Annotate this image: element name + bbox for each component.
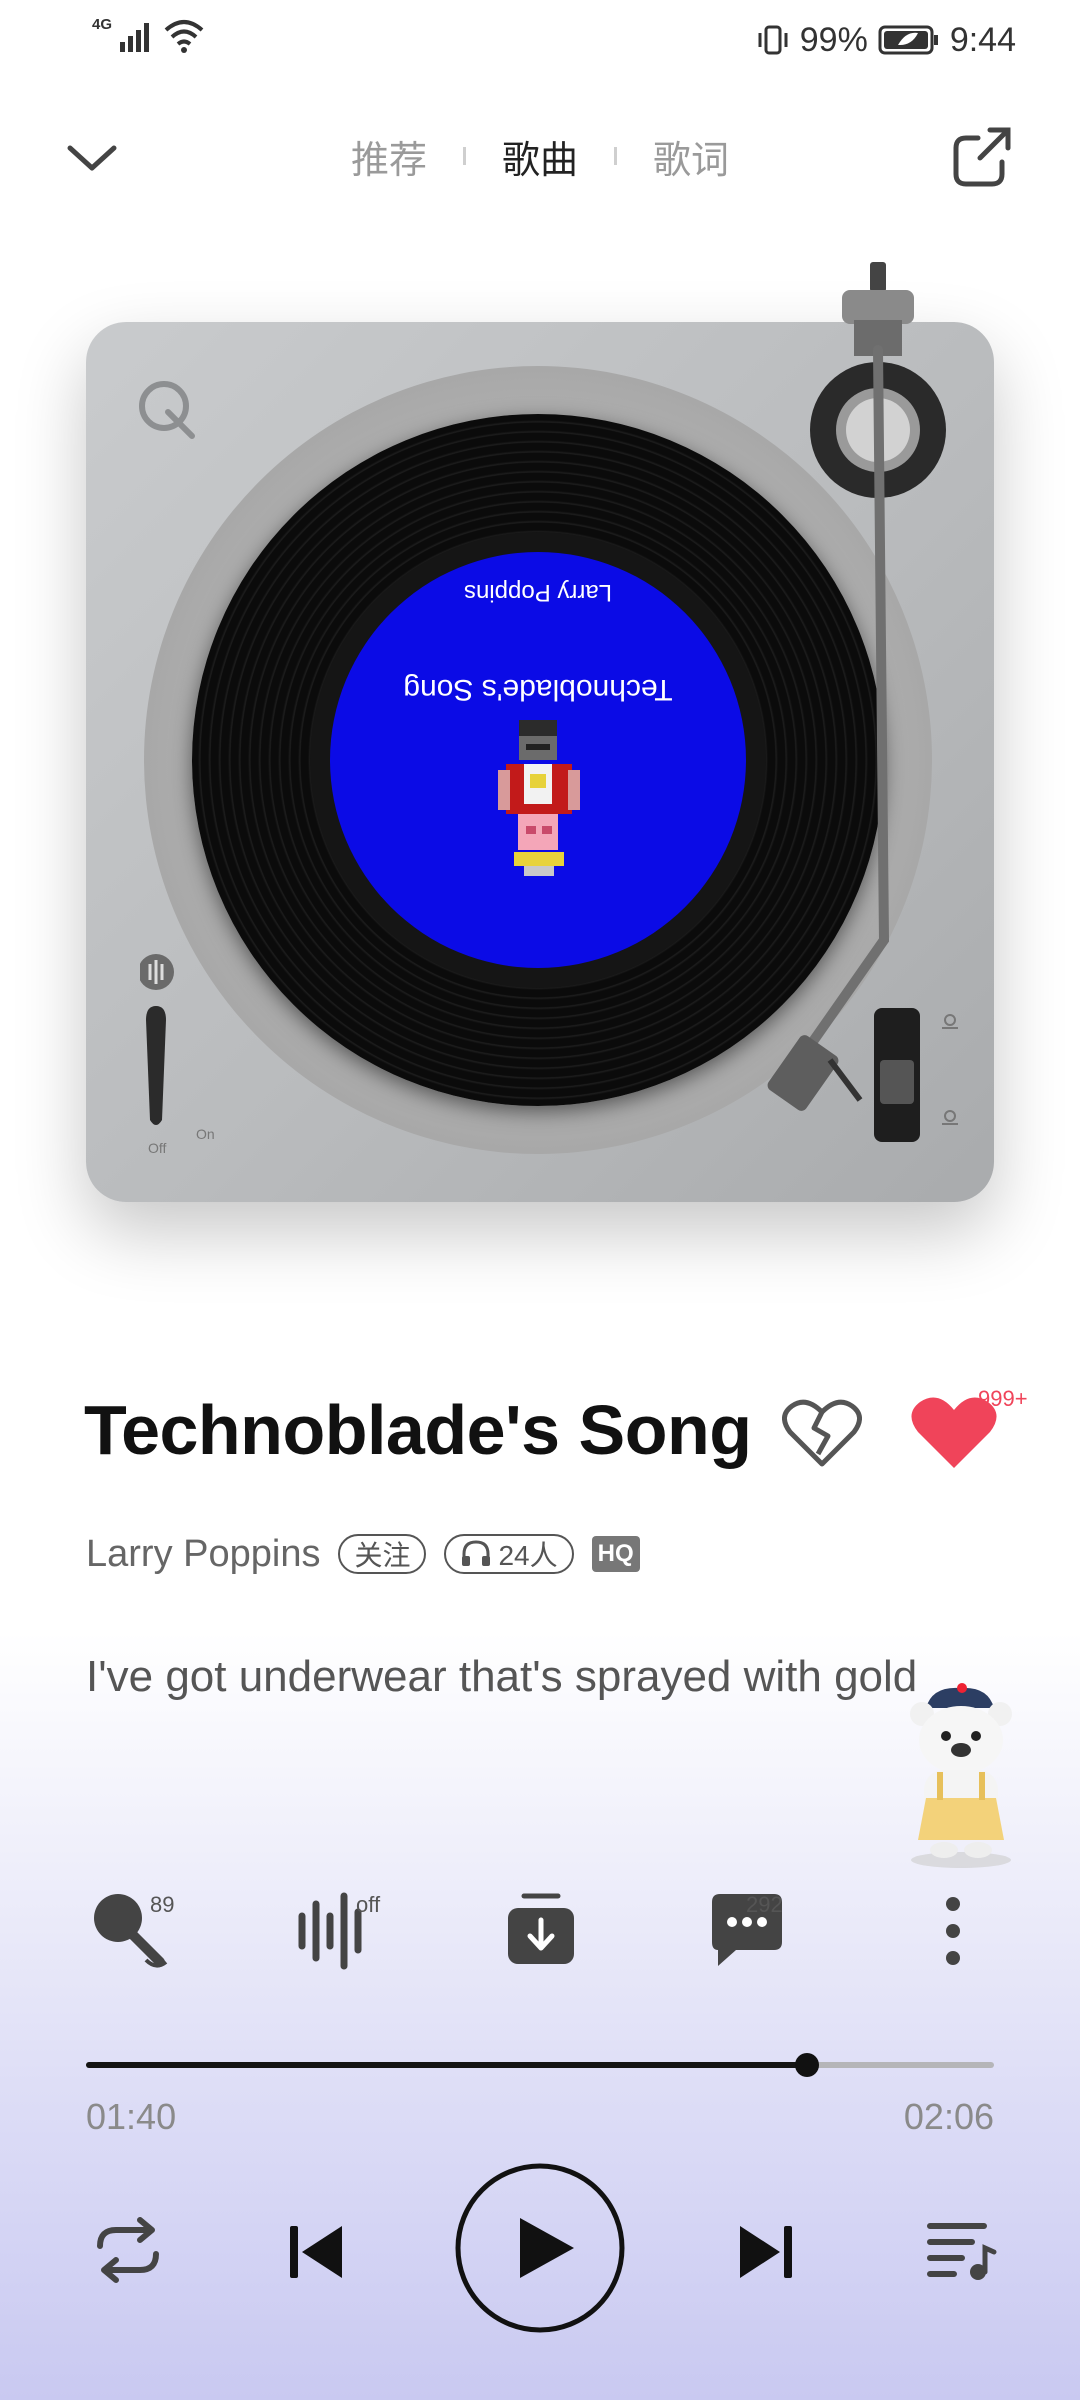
label-artist: Larry Poppins bbox=[463, 579, 613, 606]
playlist-icon[interactable] bbox=[922, 2212, 998, 2288]
signal-icon bbox=[120, 23, 149, 52]
record-label: Larry Poppins Technoblade's Song bbox=[330, 552, 746, 968]
listeners-badge[interactable]: 24人 bbox=[444, 1534, 574, 1574]
tab-divider bbox=[462, 147, 466, 165]
tab-divider bbox=[614, 147, 617, 165]
speed-switch[interactable] bbox=[874, 1006, 964, 1146]
network-type: 4G bbox=[92, 16, 113, 33]
comment-count: 292 bbox=[746, 1892, 783, 1917]
sound-effect-state: off bbox=[356, 1892, 381, 1917]
tab-recommend[interactable]: 推荐 bbox=[351, 129, 427, 184]
switch-off-label: Off bbox=[148, 1140, 167, 1156]
header-tabs: 推荐 歌曲 歌词 bbox=[0, 126, 1080, 186]
follow-button[interactable]: 关注 bbox=[338, 1534, 427, 1574]
battery-percent: 99% bbox=[799, 20, 868, 59]
switch-on-label: On bbox=[196, 1126, 215, 1142]
next-track-icon[interactable] bbox=[734, 2220, 798, 2284]
progress-thumb[interactable] bbox=[794, 2053, 819, 2077]
tab-song[interactable]: 歌曲 bbox=[502, 129, 578, 184]
artist-name[interactable]: Larry Poppins bbox=[86, 1533, 320, 1576]
listeners-count: 24人 bbox=[498, 1540, 558, 1571]
total-time: 02:06 bbox=[903, 2096, 994, 2137]
share-icon[interactable] bbox=[950, 124, 1016, 190]
battery-icon bbox=[878, 25, 938, 55]
clock: 9:44 bbox=[949, 20, 1016, 59]
bear-mascot[interactable] bbox=[896, 1680, 1026, 1870]
broken-heart-icon[interactable] bbox=[782, 1398, 862, 1468]
play-button[interactable] bbox=[454, 2162, 626, 2334]
download-icon[interactable] bbox=[496, 1886, 586, 1976]
progress-fill bbox=[86, 2062, 807, 2068]
vibrate-icon bbox=[758, 25, 788, 55]
repeat-icon[interactable] bbox=[90, 2212, 166, 2288]
more-options-icon[interactable] bbox=[908, 1886, 998, 1976]
wifi-icon bbox=[164, 20, 204, 53]
song-title: Technoblade's Song bbox=[84, 1391, 752, 1469]
tab-lyrics[interactable]: 歌词 bbox=[653, 129, 729, 184]
label-title: Technoblade's Song bbox=[403, 673, 673, 706]
qq-music-logo-icon bbox=[139, 381, 195, 439]
artist-row: Larry Poppins 关注 24人 HQ bbox=[86, 1526, 640, 1582]
status-bar: 4G 99% 9:44 bbox=[0, 0, 1080, 80]
current-time: 01:40 bbox=[86, 2096, 177, 2137]
pixel-character-art bbox=[498, 720, 580, 876]
previous-track-icon[interactable] bbox=[284, 2220, 348, 2284]
current-lyric[interactable]: I've got underwear that's sprayed with g… bbox=[86, 1652, 917, 1702]
sing-count: 89 bbox=[150, 1892, 175, 1917]
headphones-icon bbox=[462, 1540, 491, 1566]
quality-badge[interactable]: HQ bbox=[591, 1536, 640, 1572]
like-count: 999+ bbox=[978, 1386, 1028, 1411]
tonearm[interactable] bbox=[750, 250, 980, 1130]
